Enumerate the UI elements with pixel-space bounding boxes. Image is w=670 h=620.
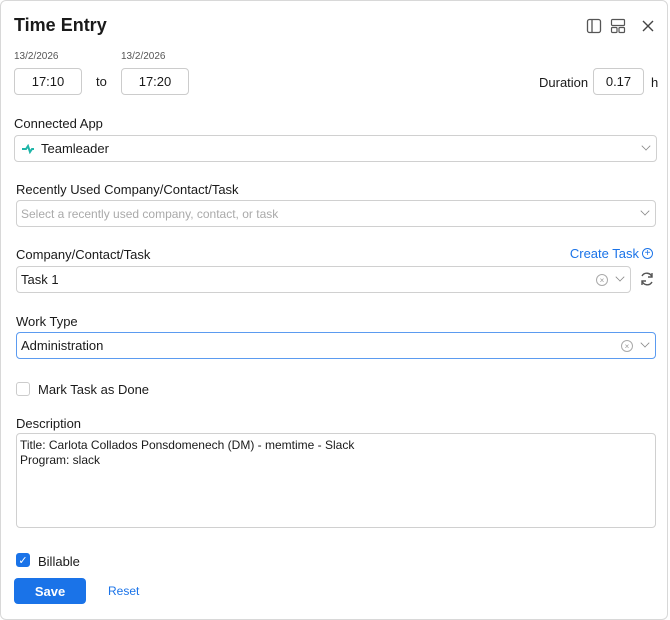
start-date: 13/2/2026 <box>14 51 59 62</box>
reset-button[interactable]: Reset <box>108 584 139 598</box>
description-line-2: Program: slack <box>20 453 101 467</box>
clear-icon[interactable]: × <box>621 340 633 352</box>
work-type-label: Work Type <box>16 314 78 329</box>
end-date: 13/2/2026 <box>121 51 166 62</box>
mark-done-checkbox[interactable] <box>16 382 30 396</box>
connected-app-label: Connected App <box>14 116 103 131</box>
plus-circle-icon: + <box>642 248 653 259</box>
work-type-select[interactable]: Administration × <box>16 332 656 359</box>
create-task-label: Create Task <box>569 246 639 261</box>
refresh-icon[interactable] <box>639 271 655 287</box>
description-textarea[interactable]: Title: Carlota Collados Ponsdomenech (DM… <box>16 433 656 528</box>
chevron-down-icon <box>615 272 625 282</box>
billable-label: Billable <box>38 554 80 569</box>
recent-select[interactable]: Select a recently used company, contact,… <box>16 200 656 227</box>
connected-app-value: Teamleader <box>41 141 109 156</box>
company-value: Task 1 <box>21 272 59 287</box>
chevron-down-icon <box>640 206 650 216</box>
description-label: Description <box>16 416 82 431</box>
chevron-down-icon <box>641 141 651 151</box>
description-line-1: Title: Carlota Collados Ponsdomenech (DM… <box>20 438 355 452</box>
recent-placeholder: Select a recently used company, contact,… <box>21 206 279 221</box>
connected-app-select[interactable]: Teamleader <box>14 135 657 162</box>
create-task-link[interactable]: Create Task + <box>570 246 653 261</box>
company-label: Company/Contact/Task <box>16 247 151 262</box>
duration-label: Duration <box>539 75 589 90</box>
recent-label: Recently Used Company/Contact/Task <box>16 182 239 197</box>
duration-unit: h <box>651 75 659 90</box>
save-button[interactable]: Save <box>14 578 86 604</box>
mark-done-label: Mark Task as Done <box>38 382 150 397</box>
close-icon[interactable] <box>642 20 654 32</box>
work-type-value: Administration <box>21 338 104 353</box>
start-time-input[interactable]: 17:10 <box>14 68 82 95</box>
chevron-down-icon <box>640 338 650 348</box>
dialog-title: Time Entry <box>14 15 107 35</box>
end-time-input[interactable]: 17:20 <box>121 68 189 95</box>
grid-layout-icon[interactable] <box>610 18 626 34</box>
duration-input[interactable]: 0.17 <box>593 68 644 95</box>
company-select[interactable]: Task 1 × <box>16 266 631 293</box>
clear-icon[interactable]: × <box>596 274 608 286</box>
billable-checkbox[interactable]: ✓ <box>16 553 30 567</box>
sidebar-layout-icon[interactable] <box>586 18 602 34</box>
teamleader-logo-icon <box>22 143 34 154</box>
time-entry-dialog: Time Entry 13/2/2026 13/2/2026 17:10 to … <box>0 0 668 620</box>
to-label: to <box>96 74 107 89</box>
